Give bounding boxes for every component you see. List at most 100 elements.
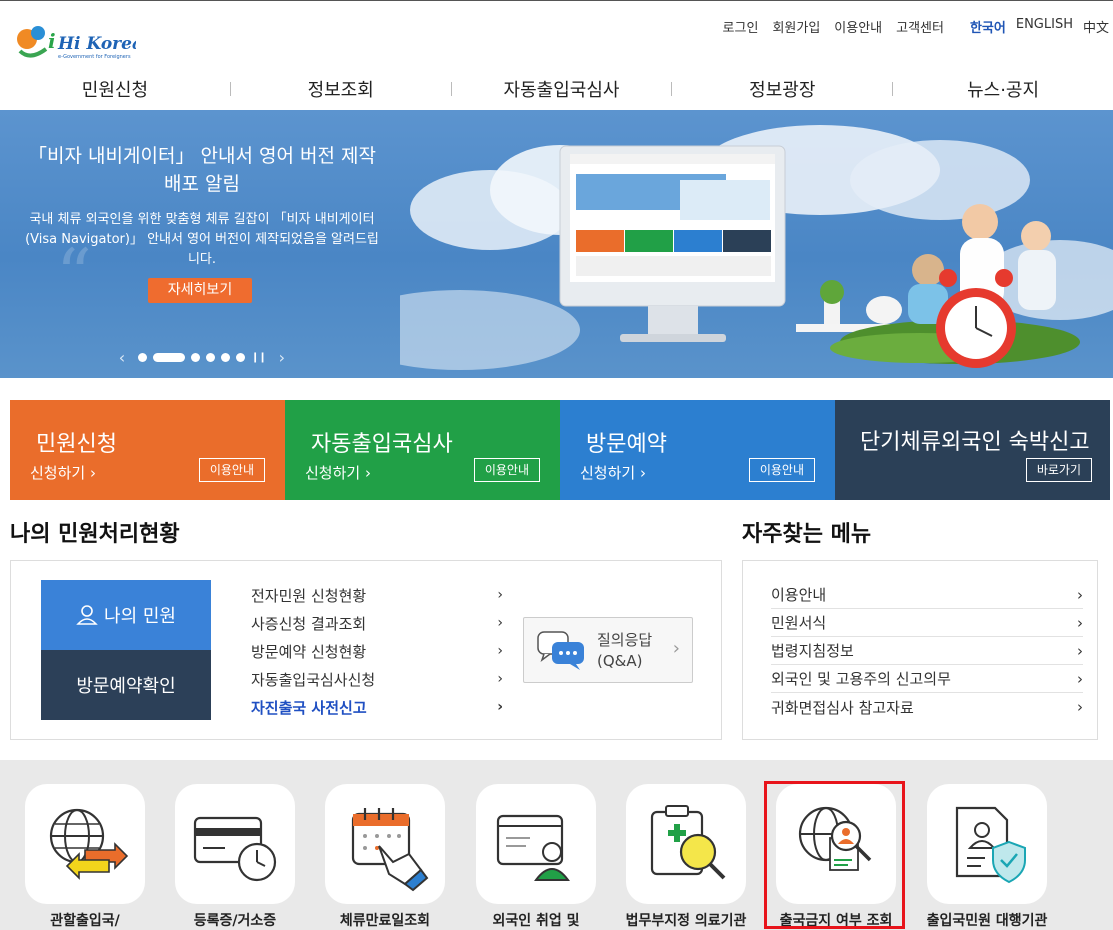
quick-stay-expiry[interactable] <box>325 784 445 904</box>
list-item[interactable]: 외국인 및 고용주의 신고의무 › <box>771 665 1083 693</box>
chevron-right-icon: › <box>1077 698 1083 716</box>
chevron-right-icon: › <box>89 464 96 482</box>
medical-search-icon <box>650 805 726 880</box>
my-status-panel: 나의 민원 방문예약확인 전자민원 신청현황 › 사증신청 결과조회 › 방문예약 … <box>10 560 722 740</box>
slider-dot[interactable] <box>191 353 200 362</box>
list-item[interactable]: 자동출입국심사신청 › <box>251 665 503 693</box>
guide-link[interactable]: 이용안내 <box>834 17 882 36</box>
card-clock-icon <box>193 816 277 882</box>
nav-civil-application[interactable]: 민원신청 <box>0 76 230 102</box>
list-item[interactable]: 법령지침정보 › <box>771 637 1083 665</box>
slider-dot[interactable] <box>138 353 147 362</box>
tile-apply-link[interactable]: 신청하기 › <box>30 462 96 483</box>
chevron-right-icon: › <box>1077 585 1083 604</box>
quick-label[interactable]: 등록증/거소증 <box>160 910 310 930</box>
login-link[interactable]: 로그인 <box>723 17 759 36</box>
tile-title: 방문예약 <box>586 432 667 457</box>
favorites-panel: 이용안내 › 민원서식 › 법령지침정보 › 외국인 및 고용주의 신고의무 › 귀화면… <box>742 560 1098 740</box>
chevron-right-icon: › <box>1077 613 1083 632</box>
chevron-right-icon: › <box>364 464 371 482</box>
tile-visit-reservation[interactable]: 방문예약 신청하기 › 이용안내 <box>560 400 835 500</box>
tile-guide-button[interactable]: 이용안내 <box>748 458 815 482</box>
quick-designated-hospital[interactable] <box>626 784 746 904</box>
list-item[interactable]: 자진출국 사전신고 › <box>251 693 503 721</box>
list-item[interactable]: 민원서식 › <box>771 609 1083 637</box>
qa-label: 질의응답 (Q&A) <box>597 631 653 670</box>
slider-dot-active[interactable] <box>153 353 185 362</box>
tile-civil-application[interactable]: 민원신청 신청하기 › 이용안내 <box>10 400 285 500</box>
logo-tagline: e-Government for Foreigners <box>58 54 131 60</box>
quick-label[interactable]: 출입국민원 대행기관 <box>912 910 1062 930</box>
my-status-links: 전자민원 신청현황 › 사증신청 결과조회 › 방문예약 신청현황 › 자동출입국심사… <box>251 581 503 721</box>
document-shield-icon <box>955 806 1026 884</box>
tile-goto-button[interactable]: 바로가기 <box>1025 458 1092 482</box>
hero-detail-button[interactable]: 자세히보기 <box>148 278 252 303</box>
slider-controls: ‹ ❙❙ › <box>112 348 292 367</box>
list-item[interactable]: 전자민원 신청현황 › <box>251 581 503 609</box>
hero-illustration <box>400 125 1113 370</box>
nav-info-search[interactable]: 정보조회 <box>231 76 451 102</box>
tile-guide-button[interactable]: 이용안내 <box>198 458 265 482</box>
list-item[interactable]: 사증신청 결과조회 › <box>251 609 503 637</box>
quick-foreign-employment[interactable] <box>476 784 596 904</box>
tile-auto-immigration[interactable]: 자동출입국심사 신청하기 › 이용안내 <box>285 400 560 500</box>
quick-label[interactable]: 관할출입국/ <box>10 910 160 930</box>
list-item[interactable]: 이용안내 › <box>771 581 1083 609</box>
tile-apply-link[interactable]: 신청하기 › <box>305 462 371 483</box>
selection-highlight <box>764 781 905 929</box>
chevron-right-icon: › <box>497 699 503 715</box>
quick-registration-card[interactable] <box>175 784 295 904</box>
svg-text:i: i <box>48 29 56 53</box>
slider-pause-icon[interactable]: ❙❙ <box>251 352 267 363</box>
visit-check-button[interactable]: 방문예약확인 <box>41 650 211 720</box>
nav-auto-immigration[interactable]: 자동출입국심사 <box>452 76 672 102</box>
chevron-right-icon: › <box>497 587 503 603</box>
main-nav: 민원신청 정보조회 자동출입국심사 정보광장 뉴스·공지 <box>0 69 1113 109</box>
lang-english[interactable]: ENGLISH <box>1016 17 1073 36</box>
quick-label[interactable]: 법무부지정 의료기관 <box>611 910 761 930</box>
tile-apply-link[interactable]: 신청하기 › <box>580 462 646 483</box>
slider-dot[interactable] <box>221 353 230 362</box>
logo-text: Hi Korea <box>57 34 136 54</box>
favorites-title: 자주찾는 메뉴 <box>742 522 872 547</box>
favorites-links: 이용안내 › 민원서식 › 법령지침정보 › 외국인 및 고용주의 신고의무 › 귀화면… <box>771 581 1083 721</box>
list-item[interactable]: 방문예약 신청현황 › <box>251 637 503 665</box>
quick-label[interactable]: 외국인 취업 및 <box>461 910 611 930</box>
chevron-right-icon: › <box>639 464 646 482</box>
slider-dot[interactable] <box>236 353 245 362</box>
list-item[interactable]: 귀화면접심사 참고자료 › <box>771 693 1083 721</box>
signup-link[interactable]: 회원가입 <box>772 17 820 36</box>
my-civil-button[interactable]: 나의 민원 <box>41 580 211 650</box>
chevron-right-icon: › <box>497 615 503 631</box>
tile-title: 단기체류외국인 숙박신고 <box>860 430 1090 455</box>
customer-center-link[interactable]: 고객센터 <box>896 17 944 36</box>
slider-prev-icon[interactable]: ‹ <box>112 348 132 367</box>
tile-guide-button[interactable]: 이용안내 <box>473 458 540 482</box>
service-tiles: 민원신청 신청하기 › 이용안내 자동출입국심사 신청하기 › 이용안내 방문예… <box>10 400 1110 500</box>
nav-news-notice[interactable]: 뉴스·공지 <box>893 76 1113 102</box>
tile-lodging-report[interactable]: 단기체류외국인 숙박신고 바로가기 <box>835 400 1110 500</box>
quick-label[interactable]: 체류만료일조회 <box>310 910 460 930</box>
calendar-hand-icon <box>351 808 429 892</box>
chat-bubbles-icon <box>537 631 584 670</box>
chevron-right-icon: › <box>497 643 503 659</box>
slider-dot[interactable] <box>206 353 215 362</box>
hikorea-logo[interactable]: i Hi Korea e-Government for Foreigners <box>16 21 136 63</box>
slider-next-icon[interactable]: › <box>272 348 292 367</box>
my-status-title: 나의 민원처리현황 <box>10 522 180 547</box>
utility-nav: 로그인 회원가입 이용안내 고객센터 한국어 ENGLISH 中文 <box>709 17 1109 36</box>
lang-korean[interactable]: 한국어 <box>970 17 1006 36</box>
quick-immigration-office[interactable] <box>25 784 145 904</box>
tile-title: 민원신청 <box>36 432 117 457</box>
tile-title: 자동출입국심사 <box>311 432 453 457</box>
chevron-right-icon: › <box>1077 669 1083 688</box>
lang-chinese[interactable]: 中文 <box>1083 17 1109 36</box>
hero-title: 「비자 내비게이터」 안내서 영어 버전 제작배포 알림 <box>28 145 376 195</box>
header: i Hi Korea e-Government for Foreigners 로… <box>0 0 1113 110</box>
quick-agency[interactable] <box>927 784 1047 904</box>
quick-menu-band: 관할출입국/ 등록증/거소증 체류만료일조회 외국인 취업 및 법무부지정 의료… <box>0 760 1113 930</box>
screen-worker-icon <box>496 814 570 881</box>
qa-button[interactable]: 질의응답 (Q&A) › <box>523 617 693 683</box>
globe-exchange-icon <box>49 808 129 880</box>
nav-info-plaza[interactable]: 정보광장 <box>672 76 892 102</box>
